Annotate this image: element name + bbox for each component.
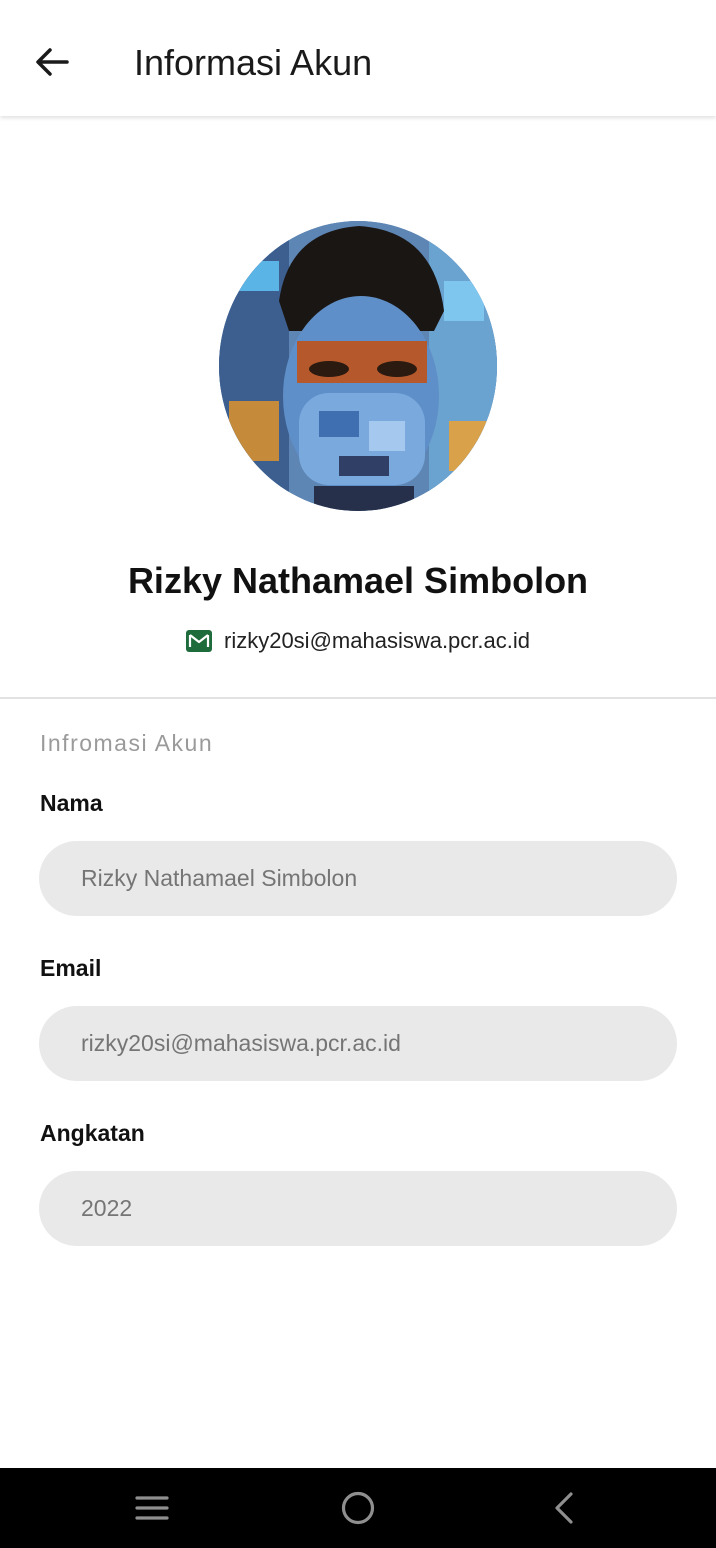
recents-icon <box>135 1496 169 1520</box>
field-label-angkatan: Angkatan <box>40 1120 145 1146</box>
section-title: Infromasi Akun <box>40 730 214 756</box>
angkatan-field[interactable]: 2022 <box>39 1171 677 1246</box>
email-field[interactable]: rizky20si@mahasiswa.pcr.ac.id <box>39 1006 677 1081</box>
profile-email-row: rizky20si@mahasiswa.pcr.ac.id <box>0 626 716 656</box>
divider <box>0 697 716 699</box>
recents-button[interactable] <box>112 1468 192 1548</box>
name-field-value: Rizky Nathamael Simbolon <box>81 865 358 891</box>
system-back-button[interactable] <box>524 1468 604 1548</box>
profile-email: rizky20si@mahasiswa.pcr.ac.id <box>224 628 530 653</box>
account-info-screen: Informasi Akun Rizky Nathamael Simbolon <box>0 0 716 1548</box>
avatar-image <box>219 221 497 511</box>
home-circle-icon <box>341 1491 375 1525</box>
angkatan-field-value: 2022 <box>81 1195 133 1221</box>
top-app-bar: Informasi Akun <box>0 0 716 116</box>
home-button[interactable] <box>318 1468 398 1548</box>
avatar <box>219 221 497 511</box>
system-navigation-bar <box>0 1468 716 1548</box>
page-title: Informasi Akun <box>134 42 373 83</box>
arrow-left-icon <box>36 48 69 76</box>
field-label-email: Email <box>40 955 102 981</box>
mail-icon <box>186 630 212 652</box>
email-field-value: rizky20si@mahasiswa.pcr.ac.id <box>81 1030 401 1056</box>
back-button[interactable] <box>26 34 78 90</box>
chevron-left-icon <box>555 1492 573 1524</box>
name-field[interactable]: Rizky Nathamael Simbolon <box>39 841 677 916</box>
profile-name: Rizky Nathamael Simbolon <box>127 560 589 601</box>
field-label-nama: Nama <box>40 790 103 816</box>
